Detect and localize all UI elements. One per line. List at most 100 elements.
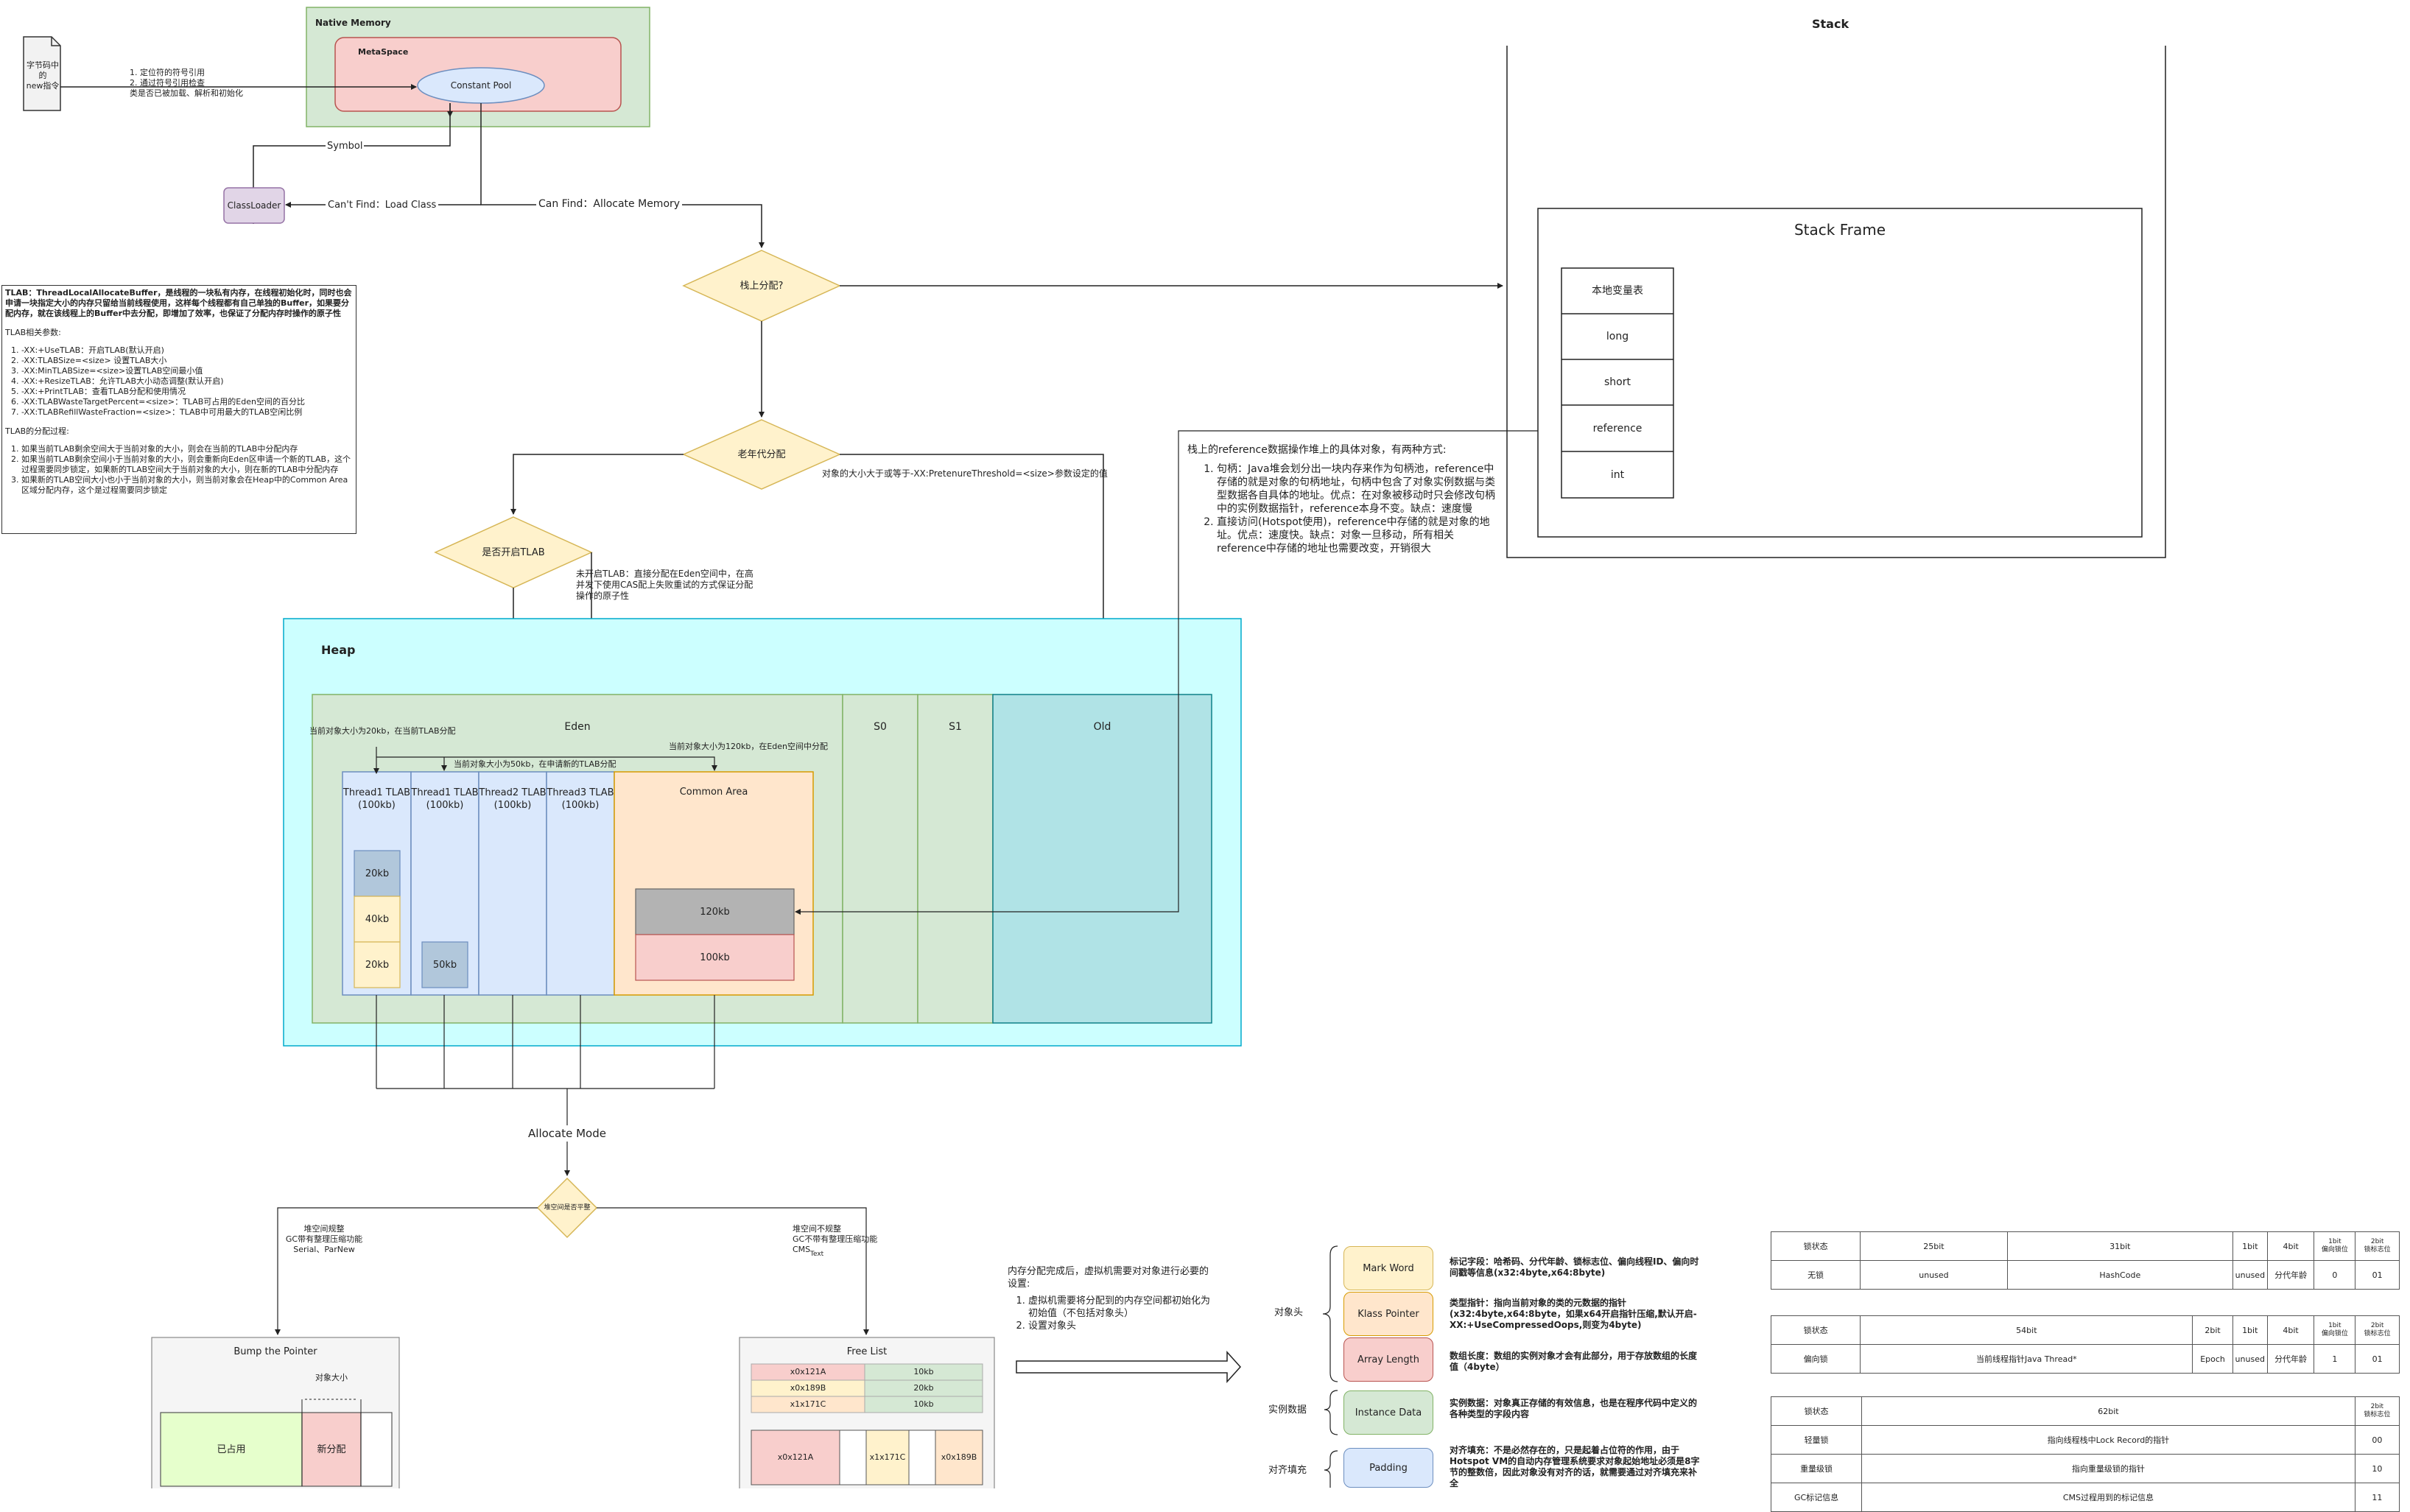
- table-cell: 1: [2314, 1344, 2356, 1374]
- old-alloc-condition: 对象的大小大于或等于-XX:PretenureThreshold=<size>参…: [822, 468, 1108, 479]
- init-note-title: 内存分配完成后，虚拟机需要对对象进行必要的设置:: [1008, 1266, 1209, 1290]
- symbol-label: Symbol: [326, 140, 365, 152]
- reference-note-title: 栈上的reference数据操作堆上的具体对象，有两种方式:: [1187, 444, 1447, 456]
- stack-title: Stack: [1812, 17, 1849, 31]
- table-cell: 31bit: [2006, 1231, 2233, 1261]
- tlab-process-item: 如果新的TLAB空间大小也小于当前对象的大小，则当前对象会在Heap中的Comm…: [21, 475, 353, 496]
- instance-data-desc: 实例数据：对象真正存储的有效信息，也是在程序代码中定义的各种类型的字段内容: [1450, 1398, 1698, 1419]
- native-memory-title: Native Memory: [315, 18, 391, 28]
- used-space-label: 已占用: [217, 1444, 246, 1455]
- table-cell: GC标记信息: [1770, 1483, 1863, 1512]
- common-area-label: Common Area: [679, 786, 748, 798]
- mark-word-table-locks: 锁状态 62bit 2bit 锁标志位 轻量锁 指向线程栈中Lock Recor…: [1770, 1396, 2400, 1512]
- tlab-2-label: Thread2 TLAB (100kb): [479, 787, 547, 811]
- local-int: int: [1610, 468, 1625, 481]
- tlab-process-list: 如果当前TLAB剩余空间大于当前对象的大小，则会在当前的TLAB中分配内存 如果…: [5, 444, 353, 496]
- table-cell: 62bit: [1861, 1396, 2355, 1426]
- klass-pointer-desc: 类型指针：指向当前对象的类的元数据的指针(x32:4byte,x64:8byte…: [1450, 1298, 1697, 1330]
- tlab-1a-label: Thread1 TLAB (100kb): [342, 787, 411, 811]
- s0-title: S0: [874, 721, 887, 733]
- irregular-heap-note-sub: Text: [810, 1251, 824, 1258]
- table-cell: CMS过程用到的标记信息: [1861, 1483, 2355, 1512]
- table-cell: 1bit 偏向锁位: [2314, 1315, 2356, 1345]
- no-tlab-note: 未开启TLAB：直接分配在Eden空间中，在高并发下使用CAS配上失败重试的方式…: [576, 569, 753, 601]
- table-cell: 当前线程指针Java Thread*: [1860, 1344, 2193, 1374]
- padding-desc: 对齐填充：不是必然存在的，只是起着占位符的作用，由于Hotspot VM的自动内…: [1450, 1445, 1700, 1488]
- table-cell: 2bit 锁标志位: [2355, 1231, 2400, 1261]
- table-cell: Epoch: [2192, 1344, 2233, 1374]
- block-50kb: 50kb: [432, 959, 457, 971]
- big-right-arrow: [1016, 1351, 1242, 1383]
- tlab-params-title: TLAB相关参数:: [5, 328, 61, 337]
- tlab-param-item: -XX:MinTLABSize=<size>设置TLAB空间最小值: [21, 366, 353, 376]
- block-40kb: 40kb: [365, 913, 390, 925]
- reference-note-item: 直接访问(Hotspot使用)，reference中存储的就是对象的地址。优点：…: [1217, 516, 1497, 555]
- table-cell: 指向线程栈中Lock Record的指针: [1861, 1425, 2355, 1455]
- mark-word-table-unlocked: 锁状态 25bit 31bit 1bit 4bit 1bit 偏向锁位 2bit…: [1770, 1231, 2400, 1290]
- free-row-size: 20kb: [913, 1383, 934, 1393]
- local-reference: reference: [1592, 422, 1643, 435]
- table-cell: HashCode: [2006, 1260, 2233, 1290]
- table-cell: 锁状态: [1770, 1396, 1863, 1426]
- table-cell: 2bit 锁标志位: [2354, 1396, 2400, 1426]
- metaspace-title: MetaSpace: [358, 47, 409, 57]
- local-var-table: 本地变量表: [1592, 285, 1643, 297]
- instance-data-box: Instance Data: [1343, 1390, 1433, 1435]
- table-cell: 重量级锁: [1770, 1454, 1863, 1483]
- table-cell: unused: [1860, 1260, 2008, 1290]
- stack-frame-title: Stack Frame: [1794, 221, 1886, 239]
- mark-word-box: Mark Word: [1343, 1246, 1433, 1290]
- local-long: long: [1606, 331, 1629, 342]
- old-title: Old: [1093, 721, 1111, 733]
- table-cell: 1bit: [2232, 1315, 2268, 1345]
- note-120kb: 当前对象大小为120kb，在Eden空间中分配: [669, 742, 829, 751]
- init-note: 内存分配完成后，虚拟机需要对对象进行必要的设置: 虚拟机需要将分配到的内存空间都…: [1008, 1265, 1214, 1332]
- block-120kb: 120kb: [700, 906, 730, 918]
- tlab-param-item: -XX:TLABSize=<size> 设置TLAB大小: [21, 356, 353, 366]
- note-50kb: 当前对象大小为50kb，在申请新的TLAB分配: [454, 759, 616, 769]
- padding-box: Padding: [1343, 1448, 1433, 1488]
- table-cell: 10: [2354, 1454, 2400, 1483]
- free-row-addr: x0x121A: [790, 1367, 826, 1376]
- free-cell: x1x171C: [869, 1452, 906, 1462]
- heap-title: Heap: [321, 643, 356, 657]
- array-length-box: Array Length: [1343, 1337, 1433, 1382]
- irregular-heap-note: 堆空间不规整 GC不带有整理压缩功能 CMS: [793, 1224, 878, 1254]
- init-note-item: 虚拟机需要将分配到的内存空间都初始化为初始值（不包括对象头）: [1028, 1295, 1214, 1320]
- table-cell: 0: [2314, 1260, 2356, 1290]
- table-cell: unused: [2232, 1344, 2268, 1374]
- array-length-desc: 数组长度：数组的实例对象才会有此部分，用于存放数组的长度值（4byte）: [1450, 1351, 1698, 1372]
- regular-heap-note: 堆空间规整 GC带有整理压缩功能 Serial、ParNew: [285, 1224, 363, 1254]
- free-row-addr: x1x171C: [790, 1399, 826, 1409]
- tlab-param-item: -XX:+UseTLAB：开启TLAB(默认开启): [21, 345, 353, 356]
- constant-pool-label: Constant Pool: [450, 80, 512, 91]
- table-cell: 2bit 锁标志位: [2355, 1315, 2400, 1345]
- table-cell: 54bit: [1860, 1315, 2193, 1345]
- reference-note: 栈上的reference数据操作堆上的具体对象，有两种方式: 句柄：Java堆会…: [1187, 443, 1497, 555]
- table-cell: 锁状态: [1770, 1315, 1861, 1345]
- table-cell: 轻量锁: [1770, 1425, 1863, 1455]
- table-cell: 1bit: [2232, 1231, 2268, 1261]
- table-cell: 2bit: [2192, 1315, 2233, 1345]
- symbol-resolve-steps: 1. 定位符的符号引用 2. 通过符号引用检查 类是否已被加载、解析和初始化: [130, 68, 243, 98]
- heap-regular-label: 堆空间是否平整: [544, 1203, 591, 1212]
- table-cell: 分代年龄: [2266, 1260, 2315, 1290]
- block-20kb-b: 20kb: [365, 959, 390, 971]
- table-cell: 25bit: [1860, 1231, 2008, 1261]
- table-cell: 锁状态: [1770, 1231, 1861, 1261]
- allocate-mode-label: Allocate Mode: [516, 1125, 619, 1142]
- bytecode-new-note: 字节码中的 new指令: [26, 60, 60, 91]
- local-short: short: [1604, 376, 1631, 388]
- stack-alloc-label: 栈上分配?: [739, 280, 784, 292]
- old-alloc-label: 老年代分配: [737, 449, 786, 460]
- instance-data-label: 实例数据: [1268, 1404, 1307, 1416]
- table-cell: 4bit: [2266, 1231, 2315, 1261]
- tlab-process-title: TLAB的分配过程:: [5, 426, 69, 436]
- table-cell: 分代年龄: [2266, 1344, 2315, 1374]
- mark-word-desc: 标记字段：哈希码、分代年龄、锁标志位、偏向线程ID、偏向时间戳等信息(x32:4…: [1450, 1256, 1699, 1278]
- tlab-process-item: 如果当前TLAB剩余空间大于当前对象的大小，则会在当前的TLAB中分配内存: [21, 444, 353, 454]
- free-row-addr: x0x189B: [790, 1383, 826, 1393]
- free-cell: x0x121A: [777, 1452, 814, 1462]
- tlab-1b-label: Thread1 TLAB (100kb): [411, 787, 479, 811]
- bump-pointer-title: Bump the Pointer: [233, 1346, 317, 1357]
